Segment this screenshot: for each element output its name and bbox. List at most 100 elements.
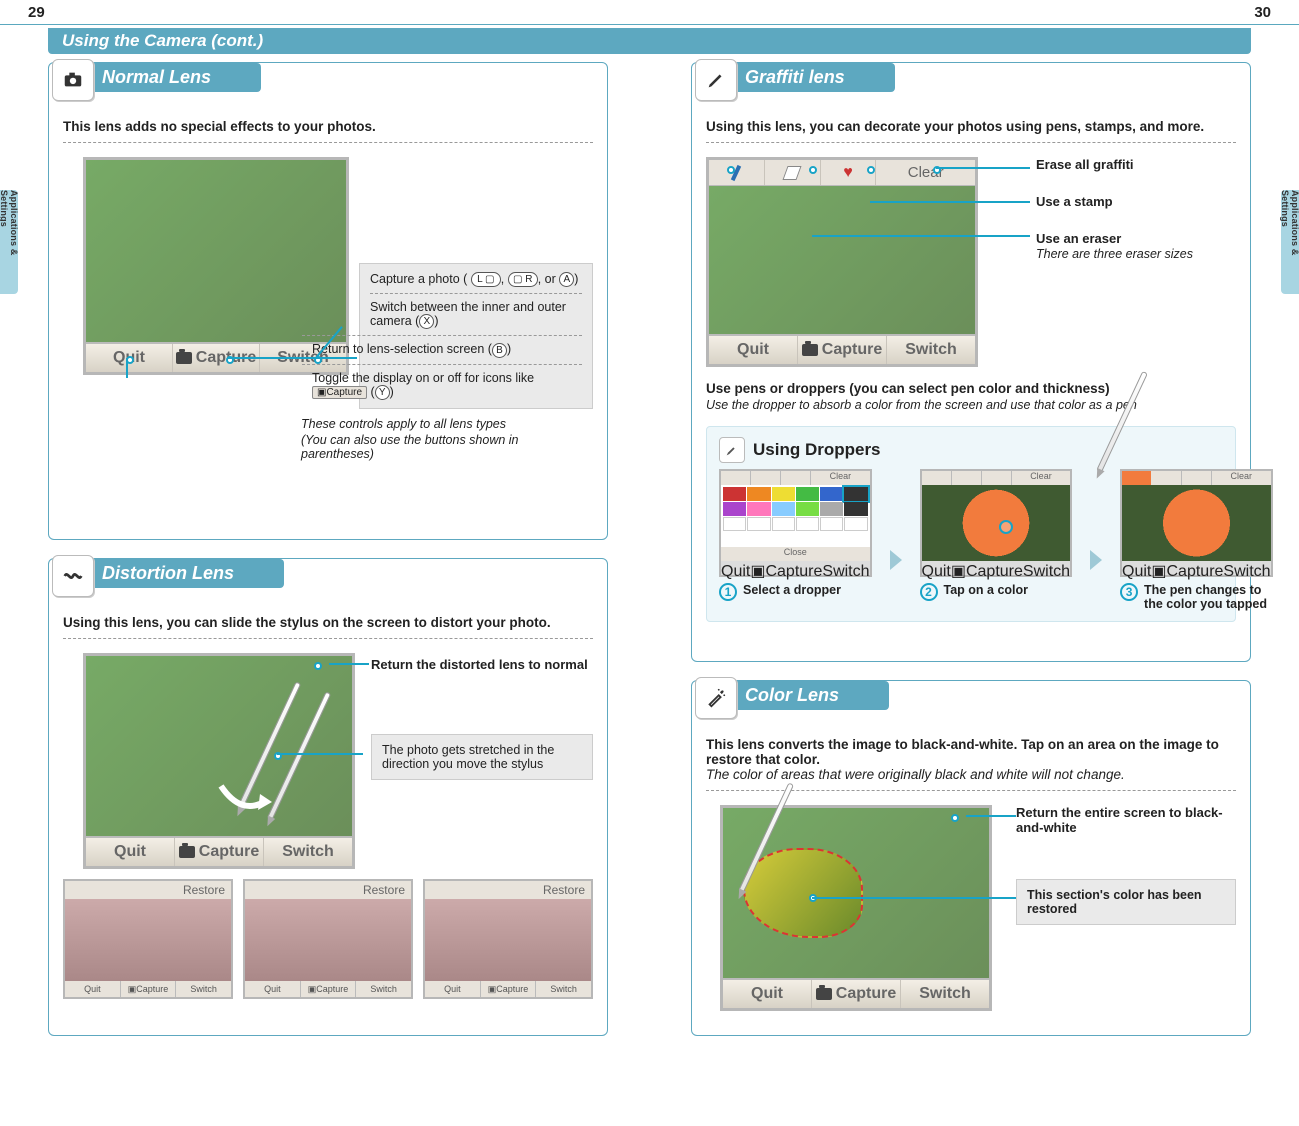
distortion-icon — [52, 555, 94, 597]
panel-title-color: Color Lens — [731, 681, 889, 710]
mini-quit: Quit — [1122, 563, 1151, 580]
dropper-step-2: Clear Quit▣CaptureSwitch 2Tap on a color — [920, 469, 1073, 601]
mini-quit: Quit — [65, 981, 121, 997]
mini-switch: Switch — [176, 981, 231, 997]
b-button-icon: B — [492, 343, 507, 358]
capture-label: Capture — [199, 843, 259, 861]
graffiti-callouts: Erase all graffiti Use a stamp Use an er… — [1036, 157, 1193, 283]
leader-line — [966, 815, 1016, 817]
graffiti-screenshot: ♥ Clear Quit Capture Switch — [706, 157, 978, 367]
distortion-intro: Using this lens, you can slide the stylu… — [63, 615, 593, 630]
photo-rose — [86, 160, 346, 342]
y-button-icon: Y — [375, 385, 390, 400]
quit-button[interactable]: Quit — [709, 336, 798, 364]
mini-capture: ▣Capture — [951, 563, 1023, 580]
mini-switch: Switch — [356, 981, 411, 997]
pens-note-1: Use pens or droppers (you can select pen… — [706, 381, 1236, 396]
panel-title-normal: Normal Lens — [88, 63, 261, 92]
callout-return: Return to lens-selection screen (B) — [312, 342, 582, 357]
mini-switch: Switch — [822, 563, 869, 580]
arrow-right-icon — [1090, 550, 1102, 570]
thumb-image — [65, 899, 231, 981]
camera-small-icon — [176, 352, 192, 364]
pen-tool[interactable] — [709, 160, 765, 185]
close-label: Close — [721, 547, 870, 561]
panel-title-graffiti: Graffiti lens — [731, 63, 895, 92]
distortion-thumb: Restore Quit▣CaptureSwitch — [63, 879, 233, 999]
step-badge-3: 3 — [1120, 583, 1138, 601]
clear-button[interactable]: Clear — [876, 160, 975, 185]
distortion-thumb: Restore Quit▣CaptureSwitch — [423, 879, 593, 999]
switch-button[interactable]: Switch — [264, 838, 352, 866]
section-callout: This section's color has been restored — [1016, 879, 1236, 925]
leader-dot — [809, 166, 817, 174]
heart-icon: ♥ — [843, 165, 853, 181]
photo-fruit — [723, 808, 989, 978]
side-tab-right: Applications & Settings — [1281, 190, 1299, 294]
top-divider — [0, 24, 1299, 25]
panel-normal-lens: Normal Lens This lens adds no special ef… — [48, 62, 608, 540]
panel-distortion-lens: Distortion Lens Using this lens, you can… — [48, 558, 608, 1036]
capture-button[interactable]: Capture — [798, 336, 887, 364]
color-intro-2: The color of areas that were originally … — [706, 767, 1236, 782]
thumb-image — [425, 899, 591, 981]
separator — [63, 142, 593, 143]
leader-dot — [314, 662, 322, 670]
quit-button[interactable]: Quit — [86, 838, 175, 866]
capture-label: Capture — [822, 341, 882, 359]
capture-label: Capture — [836, 985, 896, 1003]
leader-line — [812, 897, 1016, 899]
a-button-icon: A — [559, 272, 574, 287]
photo-face — [86, 656, 352, 836]
droppers-title: Using Droppers — [753, 440, 881, 460]
leader-line — [870, 201, 1030, 203]
leader-line — [126, 358, 128, 378]
leader-line — [277, 753, 363, 755]
switch-button[interactable]: Switch — [887, 336, 975, 364]
restored-area — [743, 848, 863, 938]
capture-chip-icon: ▣Capture — [312, 386, 367, 399]
arrow-right-icon — [890, 550, 902, 570]
leader-dot — [727, 166, 735, 174]
chapter-title: Using the Camera (cont.) — [48, 31, 263, 51]
quit-button[interactable]: Quit — [723, 980, 812, 1008]
side-tab-left: Applications & Settings — [0, 190, 18, 294]
restore-label: Restore — [425, 881, 591, 899]
callout-stamp: Use a stamp — [1036, 194, 1193, 209]
leader-line — [329, 663, 369, 665]
restore-callout: Return the distorted lens to normal — [371, 657, 593, 672]
mini-switch: Switch — [1223, 563, 1270, 580]
switch-button[interactable]: Switch — [901, 980, 989, 1008]
mini-clear: Clear — [1012, 471, 1070, 485]
eraser-shape-icon — [783, 166, 802, 180]
mini-capture: ▣Capture — [121, 981, 177, 997]
capture-button[interactable]: Capture — [812, 980, 901, 1008]
panel-color-lens: Color Lens This lens converts the image … — [691, 680, 1251, 1036]
chapter-bar: Using the Camera (cont.) — [48, 28, 1251, 54]
leader-line — [812, 235, 1030, 237]
dropper-step-3: Clear Quit▣CaptureSwitch 3The pen change… — [1120, 469, 1273, 611]
separator — [706, 142, 1236, 143]
mini-clear: Clear — [1212, 471, 1271, 485]
mini-capture: ▣Capture — [1151, 563, 1223, 580]
leader-dot — [951, 814, 959, 822]
callout-capture: Capture a photo ( L ▢, ▢ R, or A) — [370, 272, 582, 287]
camera-small-icon — [816, 988, 832, 1000]
wand-icon — [695, 677, 737, 719]
graffiti-intro: Using this lens, you can decorate your p… — [706, 119, 1236, 134]
stretch-callout: The photo gets stretched in the directio… — [371, 734, 593, 780]
leader-dot — [867, 166, 875, 174]
mini-quit: Quit — [245, 981, 301, 997]
callout-erase: Erase all graffiti — [1036, 157, 1193, 172]
color-intro-1: This lens converts the image to black-an… — [706, 737, 1236, 767]
step-label: Select a dropper — [743, 583, 841, 597]
tap-target-icon — [999, 520, 1013, 534]
capture-button[interactable]: Capture — [175, 838, 264, 866]
camera-small-icon — [179, 846, 195, 858]
mini-quit: Quit — [922, 563, 951, 580]
distortion-thumbnails: Restore Quit▣CaptureSwitch Restore Quit▣… — [63, 879, 593, 999]
l-button-icon: L ▢ — [471, 272, 501, 287]
r-button-icon: ▢ R — [508, 272, 538, 287]
photo-flower — [922, 485, 1071, 561]
photo-flower — [1122, 485, 1271, 561]
